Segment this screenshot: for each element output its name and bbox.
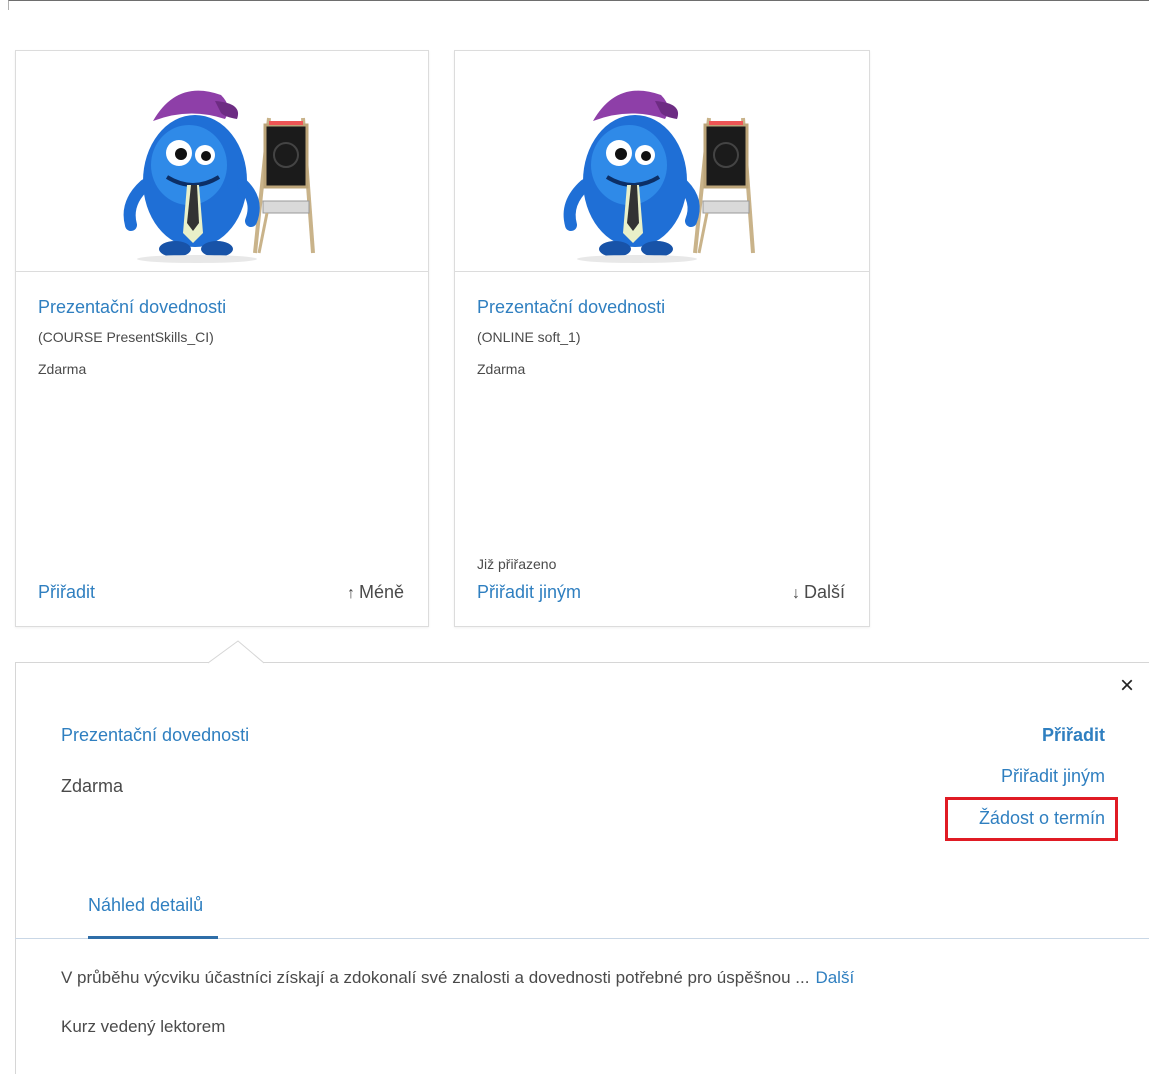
course-card-2[interactable]: Prezentační dovednosti (ONLINE soft_1) Z…	[454, 50, 870, 627]
detail-panel	[15, 662, 1149, 1074]
description-text: V průběhu výcviku účastníci získají a zd…	[61, 968, 810, 987]
arrow-up-icon: ↑	[346, 585, 355, 602]
course-thumbnail[interactable]	[455, 51, 869, 272]
top-border	[8, 0, 1149, 10]
assign-button[interactable]: Přiřadit	[1042, 725, 1105, 746]
tab-active-indicator	[88, 936, 218, 939]
assigned-status: Již přiřazeno	[477, 556, 557, 572]
arrow-down-icon: ↓	[791, 585, 800, 602]
toggle-label: Méně	[358, 582, 404, 602]
close-icon[interactable]: ×	[1120, 674, 1134, 698]
more-toggle[interactable]: ↓ Další	[792, 582, 845, 603]
assign-others-link[interactable]: Přiřadit jiným	[477, 582, 581, 603]
detail-title: Prezentační dovednosti	[61, 725, 250, 745]
description-more-link[interactable]: Další	[815, 968, 854, 987]
card-title[interactable]: Prezentační dovednosti	[477, 297, 665, 318]
course-description: V průběhu výcviku účastníci získají a zd…	[61, 968, 854, 988]
card-title[interactable]: Prezentační dovednosti	[38, 297, 226, 318]
card-code: (ONLINE soft_1)	[477, 329, 581, 345]
tab-details-preview[interactable]: Náhled detailů	[88, 895, 203, 916]
course-thumbnail[interactable]	[16, 51, 428, 272]
monster-with-easel-icon	[563, 90, 755, 263]
monster-with-easel-icon	[123, 90, 315, 263]
course-type: Kurz vedený lektorem	[61, 1017, 226, 1036]
assign-link[interactable]: Přiřadit	[38, 582, 95, 603]
card-price: Zdarma	[38, 361, 87, 377]
card-price: Zdarma	[477, 361, 526, 377]
card-code: (COURSE PresentSkills_CI)	[38, 329, 214, 345]
request-date-button[interactable]: Žádost o termín	[945, 797, 1118, 841]
assign-others-button[interactable]: Přiřadit jiným	[1001, 766, 1105, 787]
detail-price: Zdarma	[61, 776, 124, 796]
less-toggle[interactable]: ↑ Méně	[347, 582, 404, 603]
course-card-1[interactable]: Prezentační dovednosti (COURSE PresentSk…	[15, 50, 429, 627]
toggle-label: Další	[803, 582, 845, 602]
